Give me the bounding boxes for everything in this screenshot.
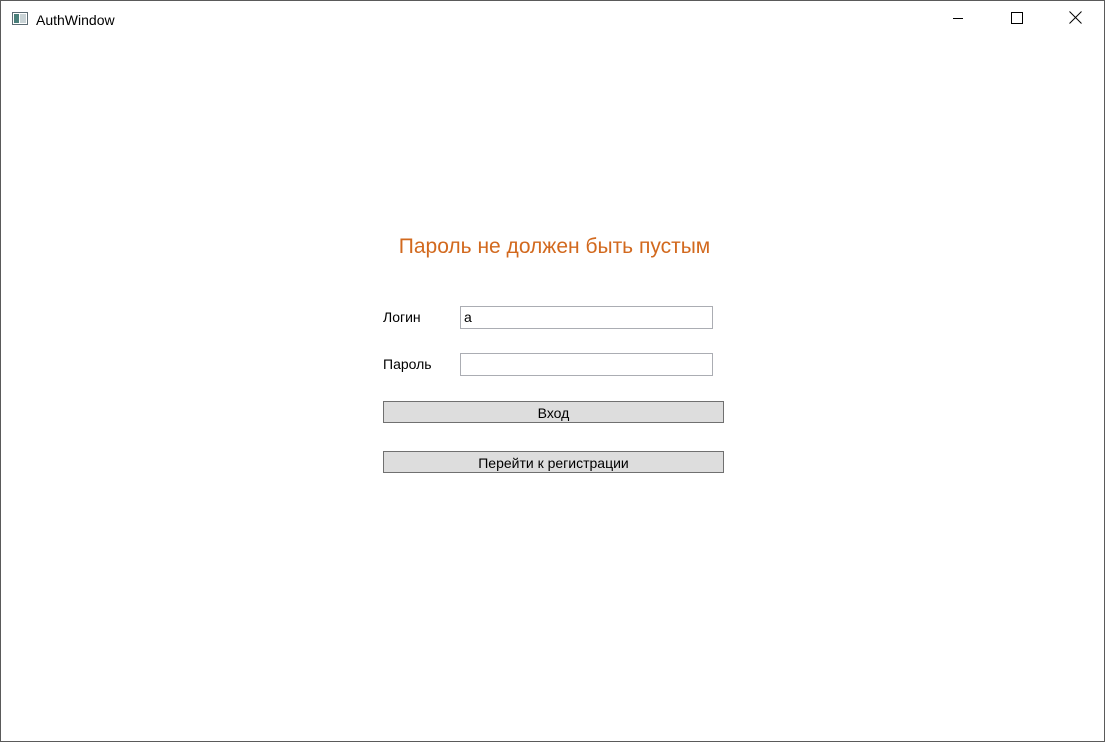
password-input[interactable] xyxy=(460,353,713,376)
auth-form: Пароль не должен быть пустым Логин Парол… xyxy=(1,38,1104,741)
login-input[interactable] xyxy=(460,306,713,329)
maximize-icon xyxy=(1011,11,1023,29)
go-to-registration-button[interactable]: Перейти к регистрации xyxy=(383,451,724,473)
minimize-button[interactable] xyxy=(929,1,987,38)
close-icon xyxy=(1068,10,1082,29)
minimize-icon xyxy=(952,11,964,29)
maximize-button[interactable] xyxy=(988,1,1046,38)
login-label: Логин xyxy=(383,309,421,325)
close-button[interactable] xyxy=(1046,1,1104,38)
password-label: Пароль xyxy=(383,356,432,372)
error-message: Пароль не должен быть пустым xyxy=(398,235,711,258)
login-button[interactable]: Вход xyxy=(383,401,724,423)
window-title: AuthWindow xyxy=(36,12,115,28)
auth-window: AuthWindow Пароль не должен быть пустым … xyxy=(0,0,1105,742)
app-window-icon xyxy=(12,12,28,25)
title-bar[interactable]: AuthWindow xyxy=(1,1,1104,38)
